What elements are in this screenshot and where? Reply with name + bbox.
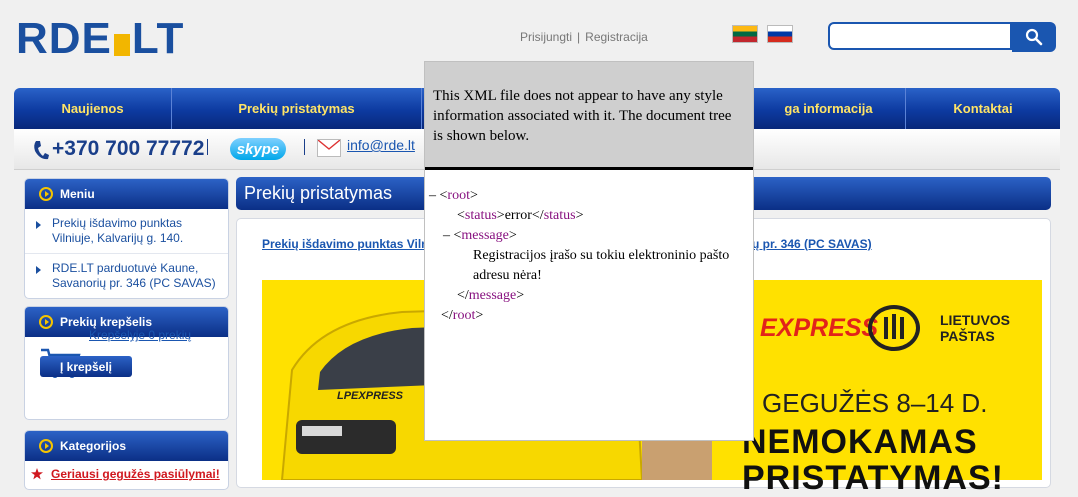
- content-link-left[interactable]: Prekių išdavimo punktas Viln: [262, 237, 429, 251]
- site-logo[interactable]: RDE LT: [16, 17, 256, 61]
- promo-dates: GEGUŽĖS 8–14 D.: [762, 388, 988, 418]
- collapse-toggle[interactable]: –: [429, 188, 436, 203]
- xml-tree: – <root> <status>error</status> – <messa…: [425, 170, 753, 326]
- xml-style-note: This XML file does not appear to have an…: [425, 62, 753, 170]
- xml-message-open: – <message>: [443, 228, 517, 243]
- promo-link[interactable]: Geriausi gegužės pasiūlymai!: [51, 467, 220, 481]
- divider: [304, 139, 305, 155]
- logo-text-left: RDE: [16, 14, 112, 63]
- xml-tag: status: [464, 208, 497, 223]
- xml-root-close: </root>: [441, 308, 484, 323]
- xml-tag: message: [468, 288, 517, 303]
- divider: [207, 139, 208, 155]
- cart-box: Prekių krepšelis Krepšelyje 0 prekių Į k…: [24, 306, 229, 420]
- post-horn-logo-icon: [868, 305, 920, 351]
- collapse-toggle[interactable]: –: [443, 228, 450, 243]
- content-link-right[interactable]: rių pr. 346 (PC SAVAS): [744, 237, 872, 251]
- star-icon: [31, 468, 43, 480]
- menu-item-vilnius[interactable]: Prekių išdavimo punktas Vilniuje, Kalvar…: [25, 209, 228, 254]
- post-name-line2: PAŠTAS: [940, 328, 995, 344]
- xml-tag: root: [447, 188, 470, 203]
- login-link[interactable]: Prisijungti: [520, 30, 572, 44]
- account-links: Prisijungti | Registracija: [520, 30, 648, 44]
- xml-status: <status>error</status>: [457, 208, 584, 223]
- menu-title: Meniu: [60, 187, 95, 201]
- categories-header: Kategorijos: [25, 431, 228, 461]
- cart-title: Prekių krepšelis: [60, 315, 153, 329]
- search-input[interactable]: [828, 22, 1012, 50]
- categories-title: Kategorijos: [60, 439, 127, 453]
- xml-tag: message: [461, 228, 509, 243]
- xml-message-close: </message>: [457, 288, 525, 303]
- to-cart-button[interactable]: Į krepšelį: [40, 356, 132, 377]
- register-link[interactable]: Registracija: [585, 30, 648, 44]
- russian-flag-icon[interactable]: [767, 25, 793, 43]
- van-logo-text: LPEXPRESS: [337, 390, 404, 402]
- xml-tag: status: [543, 208, 576, 223]
- categories-box: Kategorijos Geriausi gegužės pasiūlymai!: [24, 430, 229, 490]
- free-delivery-text: NEMOKAMAS PRISTATYMAS!: [742, 424, 1004, 496]
- xml-root-open: – <root>: [429, 188, 478, 203]
- link-separator: |: [577, 30, 581, 44]
- menu-box: Meniu Prekių išdavimo punktas Vilniuje, …: [24, 178, 229, 299]
- xml-message-value: Registracijos įrašo su tokiu elektronini…: [473, 248, 730, 283]
- free-line1: NEMOKAMAS: [742, 423, 978, 461]
- cart-link[interactable]: Krepšelyje 0 prekių: [89, 328, 191, 342]
- mail-icon: [317, 139, 341, 157]
- xml-tag: root: [452, 308, 476, 323]
- search-icon: [1025, 28, 1043, 46]
- nav-item-1[interactable]: Prekių pristatymas: [172, 88, 422, 129]
- arrow-circle-icon: [39, 187, 53, 201]
- arrow-circle-icon: [39, 315, 53, 329]
- menu-item-kaunas[interactable]: RDE.LT parduotuvė Kaune, Savanorių pr. 3…: [25, 254, 228, 298]
- email-link[interactable]: info@rde.lt: [347, 137, 415, 153]
- search-button[interactable]: [1012, 22, 1056, 52]
- free-line2: PRISTATYMAS!: [742, 459, 1004, 497]
- xml-viewer: This XML file does not appear to have an…: [424, 61, 754, 441]
- nav-item-4[interactable]: Kontaktai: [906, 88, 1060, 129]
- logo-text-right: LT: [131, 14, 185, 63]
- skype-button[interactable]: skype: [230, 138, 286, 160]
- post-name-line1: LIETUVOS: [940, 312, 1011, 328]
- xml-status-value: error: [504, 208, 532, 223]
- logo-square-icon: [113, 34, 130, 56]
- express-logo-text: EXPRESS: [760, 314, 879, 342]
- menu-header: Meniu: [25, 179, 228, 209]
- arrow-circle-icon: [39, 439, 53, 453]
- nav-item-0[interactable]: Naujienos: [14, 88, 172, 129]
- phone-number: +370 700 77772: [52, 137, 205, 160]
- nav-item-3[interactable]: ga informacija: [752, 88, 906, 129]
- post-name: LIETUVOS PAŠTAS: [940, 312, 1010, 344]
- lithuanian-flag-icon[interactable]: [732, 25, 758, 43]
- phone-icon: [34, 141, 49, 160]
